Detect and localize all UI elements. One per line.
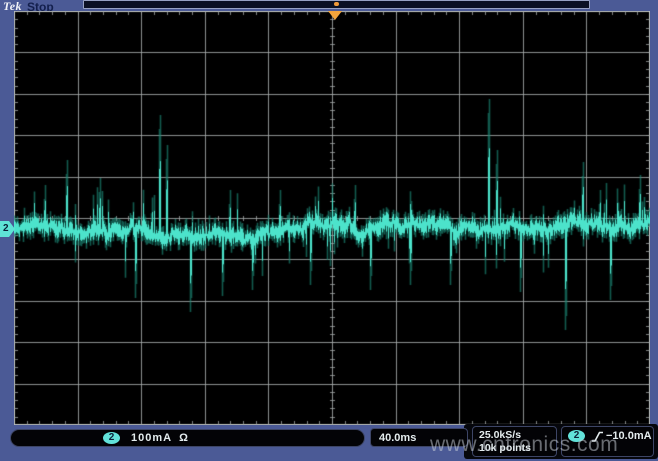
record-view-bar bbox=[83, 0, 590, 9]
channel-scale-label: 100mA bbox=[131, 432, 172, 444]
channel-2-readout: 2 100mA Ω bbox=[10, 429, 365, 447]
timebase-label: 40.0ms bbox=[379, 432, 416, 444]
trigger-readout: 2 −10.0mA bbox=[561, 426, 654, 457]
trigger-marker-icon bbox=[328, 11, 342, 20]
waveform-display bbox=[14, 11, 650, 425]
timebase-readout: 40.0ms bbox=[370, 428, 468, 447]
channel-2-position-label: 2 bbox=[3, 223, 9, 234]
trigger-position-icon bbox=[334, 2, 339, 6]
graticule bbox=[14, 11, 650, 425]
trigger-level-label: −10.0mA bbox=[606, 430, 652, 442]
sample-rate-label: 25.0kS/s bbox=[479, 429, 556, 442]
trigger-source-badge: 2 bbox=[568, 430, 585, 442]
acquisition-readout: 25.0kS/s 10k points bbox=[472, 426, 557, 457]
channel-2-position-marker[interactable]: 2 bbox=[0, 221, 15, 237]
channel-coupling-label: Ω bbox=[179, 432, 188, 444]
oscilloscope-screen: Tek Stop 2 2 100mA Ω 40.0ms 25.0kS/s 10k… bbox=[0, 0, 658, 461]
record-length-label: 10k points bbox=[479, 442, 556, 455]
rising-edge-icon bbox=[591, 430, 604, 443]
channel-2-badge: 2 bbox=[103, 432, 120, 444]
